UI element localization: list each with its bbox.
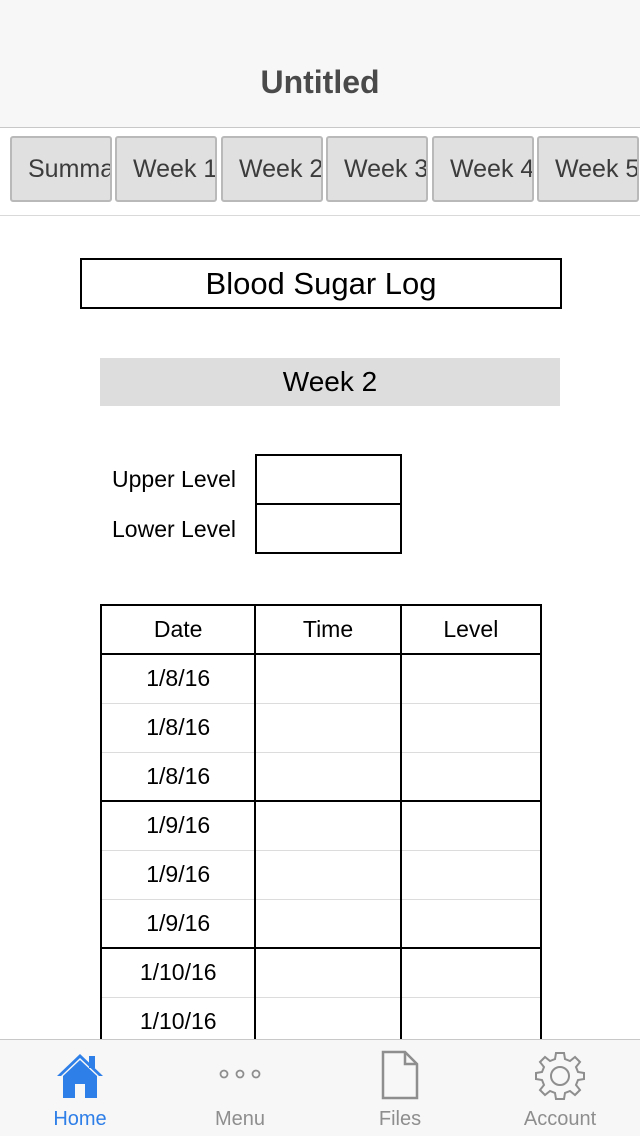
tabbar-account[interactable]: Account — [480, 1040, 640, 1136]
tab-week-3[interactable]: Week 3 — [326, 136, 428, 202]
tabbar-label: Home — [53, 1108, 107, 1130]
app: Untitled Summary Week 1 Week 2 Week 3 We… — [0, 0, 640, 1136]
level-cell[interactable] — [399, 653, 543, 703]
table-row: 1/8/16 — [99, 702, 543, 752]
level-cell[interactable] — [399, 996, 543, 1039]
time-cell[interactable] — [254, 947, 402, 997]
date-cell[interactable]: 1/8/16 — [99, 751, 257, 801]
file-icon — [375, 1050, 425, 1105]
tab-week-2[interactable]: Week 2 — [221, 136, 323, 202]
ellipsis-icon — [215, 1050, 265, 1105]
blood-sugar-table: Date Time Level 1/8/16 1/8/16 1/8/16 1/9… — [99, 604, 543, 1039]
level-cell[interactable] — [399, 751, 543, 801]
document-content: Blood Sugar Log Week 2 Upper Level Lower… — [0, 216, 640, 1039]
date-cell[interactable]: 1/8/16 — [99, 702, 257, 752]
home-icon — [55, 1050, 105, 1105]
tabbar-files[interactable]: Files — [320, 1040, 480, 1136]
table-row: 1/10/16 — [99, 947, 543, 997]
table-row: 1/8/16 — [99, 751, 543, 801]
date-cell[interactable]: 1/9/16 — [99, 800, 257, 850]
tabbar-label: Files — [378, 1108, 422, 1130]
gear-icon — [535, 1050, 585, 1105]
time-cell[interactable] — [254, 702, 402, 752]
table-row: 1/9/16 — [99, 800, 543, 850]
tab-week-4[interactable]: Week 4 — [432, 136, 534, 202]
lower-level-label: Lower Level — [112, 516, 237, 542]
tab-week-1[interactable]: Week 1 — [115, 136, 217, 202]
date-cell[interactable]: 1/10/16 — [99, 996, 257, 1039]
lower-level-cell[interactable] — [255, 503, 402, 554]
level-cell[interactable] — [399, 947, 543, 997]
level-cell[interactable] — [399, 898, 543, 948]
week-heading[interactable]: Week 2 — [100, 358, 560, 406]
tab-summary[interactable]: Summary — [10, 136, 112, 202]
sheet-tabs: Summary Week 1 Week 2 Week 3 Week 4 Week… — [0, 128, 640, 216]
table-row: 1/9/16 — [99, 898, 543, 948]
level-cell[interactable] — [399, 702, 543, 752]
time-cell[interactable] — [254, 898, 402, 948]
header-level[interactable]: Level — [399, 604, 543, 655]
date-cell[interactable]: 1/8/16 — [99, 653, 257, 703]
time-cell[interactable] — [254, 653, 402, 703]
time-cell[interactable] — [254, 996, 402, 1039]
upper-level-cell[interactable] — [255, 454, 402, 505]
time-cell[interactable] — [254, 751, 402, 801]
tabbar-label: Menu — [214, 1108, 266, 1130]
table-row: 1/8/16 — [99, 653, 543, 703]
tab-week-5[interactable]: Week 5 — [537, 136, 639, 202]
tabbar-menu[interactable]: Menu — [160, 1040, 320, 1136]
header-date[interactable]: Date — [99, 604, 257, 655]
table-row: 1/9/16 — [99, 849, 543, 899]
level-cell[interactable] — [399, 849, 543, 899]
tabbar-home[interactable]: Home — [0, 1040, 160, 1136]
table-header-row: Date Time Level — [99, 604, 543, 655]
document-title[interactable]: Blood Sugar Log — [80, 258, 562, 309]
header-time[interactable]: Time — [254, 604, 402, 655]
time-cell[interactable] — [254, 849, 402, 899]
level-cell[interactable] — [399, 800, 543, 850]
page-title: Untitled — [260, 64, 380, 100]
tabbar-label: Account — [523, 1108, 597, 1130]
upper-level-label: Upper Level — [112, 466, 237, 492]
time-cell[interactable] — [254, 800, 402, 850]
table-row: 1/10/16 — [99, 996, 543, 1039]
date-cell[interactable]: 1/10/16 — [99, 947, 257, 997]
navigation-bar: Untitled — [0, 0, 640, 128]
date-cell[interactable]: 1/9/16 — [99, 849, 257, 899]
bottom-tab-bar: Home Menu Files Account — [0, 1039, 640, 1136]
date-cell[interactable]: 1/9/16 — [99, 898, 257, 948]
